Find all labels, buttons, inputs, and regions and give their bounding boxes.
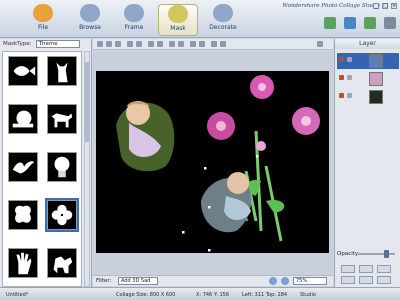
flower-mask-icon[interactable] [45, 198, 79, 232]
copy-icon[interactable] [106, 41, 112, 47]
send-back-icon[interactable] [199, 41, 205, 47]
mask-type-row: MaskType: Theme [0, 39, 91, 49]
visibility-icon[interactable] [339, 93, 344, 98]
layer-item[interactable] [337, 53, 399, 69]
lock-icon[interactable] [347, 57, 352, 62]
main-toolbar: File Browse Frame Mask Decorate Wondersh… [0, 0, 400, 38]
fish-mask-icon[interactable] [8, 56, 38, 86]
mask-type-label: MaskType: [3, 41, 32, 47]
print-icon[interactable] [384, 17, 396, 29]
filter-select[interactable]: Add 3D Sad [118, 277, 158, 285]
text-icon[interactable] [211, 41, 217, 47]
collage-artwork [116, 75, 320, 252]
mask-type-select[interactable]: Theme [35, 40, 80, 48]
cursor-position: X: 746 Y: 156 [196, 292, 230, 298]
tab-decorate[interactable]: Decorate [203, 4, 243, 36]
zoom-in-icon[interactable] [281, 277, 289, 285]
tab-mask[interactable]: Mask [158, 4, 198, 36]
app-title: Wondershare Photo Collage Studio [282, 3, 380, 9]
layer-thumbnail [369, 54, 383, 68]
flip-icon[interactable] [169, 41, 175, 47]
collage-canvas[interactable] [96, 71, 329, 253]
hand-mask-icon[interactable] [8, 248, 38, 278]
folder-icon [33, 4, 53, 22]
visibility-icon[interactable] [339, 75, 344, 80]
photo-baby-lower[interactable] [201, 172, 252, 233]
email-icon[interactable] [364, 17, 377, 29]
layer-settings-button[interactable] [377, 276, 391, 284]
status-bar: Untitled* Collage Size: 800 X 600 X: 746… [0, 287, 400, 300]
opacity-slider-thumb[interactable] [383, 250, 389, 258]
cut-icon[interactable] [97, 41, 103, 47]
tab-file[interactable]: File [23, 4, 63, 36]
decorate-icon [213, 4, 233, 22]
tab-label: Browse [79, 24, 101, 31]
lock-icon[interactable] [347, 93, 352, 98]
edit-toolbar [93, 39, 333, 50]
crop-icon[interactable] [178, 41, 184, 47]
tab-label: Decorate [209, 24, 237, 31]
layer-item[interactable] [337, 89, 399, 105]
zoom-out-icon[interactable] [269, 277, 277, 285]
output-tools [318, 17, 396, 31]
tab-label: File [37, 24, 49, 31]
scrollbar-thumb[interactable] [85, 62, 89, 142]
tab-frame[interactable]: Frame [114, 4, 154, 36]
mode-indicator: Studio [300, 292, 316, 298]
mask-scrollbar[interactable] [84, 51, 90, 287]
redo-icon[interactable] [136, 41, 142, 47]
photo-baby-upper[interactable] [116, 101, 175, 172]
text-style-icon[interactable] [220, 41, 226, 47]
filter-label: Filter: [96, 278, 112, 284]
rotate-left-icon[interactable] [148, 41, 154, 47]
filter-row: Filter: Add 3D Sad 75% [93, 275, 333, 286]
opacity-label: Opacity: [337, 251, 360, 257]
window-controls: _ □ × [372, 2, 397, 9]
tab-label: Mask [170, 25, 186, 32]
dog-mask-icon[interactable] [47, 104, 77, 134]
maximize-button[interactable]: □ [382, 3, 389, 9]
rotate-right-icon[interactable] [157, 41, 163, 47]
zoom-select[interactable]: 75% [293, 277, 327, 285]
layer-up-button[interactable] [341, 265, 355, 273]
lock-icon[interactable] [347, 75, 352, 80]
bulb-mask-icon[interactable] [47, 152, 77, 182]
bring-front-icon[interactable] [190, 41, 196, 47]
layer-top-button[interactable] [377, 265, 391, 273]
visibility-icon[interactable] [339, 57, 344, 62]
mask-panel: MaskType: Theme [0, 39, 92, 287]
layer-panel: Layer Opacity: [334, 39, 400, 287]
snail-mask-icon[interactable] [8, 104, 38, 134]
layer-delete-button[interactable] [359, 276, 373, 284]
layer-bottom-button[interactable] [341, 276, 355, 284]
tab-browse[interactable]: Browse [70, 4, 110, 36]
layer-down-button[interactable] [359, 265, 373, 273]
cow-mask-icon[interactable] [47, 248, 77, 278]
cat-mask-icon[interactable] [47, 56, 77, 86]
minimize-button[interactable]: _ [373, 3, 380, 9]
tab-label: Frame [124, 24, 144, 31]
layer-header: Layer [335, 39, 400, 49]
layer-thumbnail [369, 90, 383, 104]
close-button[interactable]: × [391, 3, 397, 9]
fit-icon[interactable] [317, 41, 323, 47]
opacity-slider[interactable] [359, 250, 395, 258]
mask-grid [2, 51, 82, 287]
publish-icon[interactable] [324, 17, 337, 29]
bird-mask-icon[interactable] [8, 152, 38, 182]
layer-item[interactable] [337, 71, 399, 87]
layer-thumbnail [369, 72, 383, 86]
save-icon[interactable] [344, 17, 357, 29]
frame-icon [124, 4, 144, 22]
canvas-area [93, 51, 333, 275]
undo-icon[interactable] [127, 41, 133, 47]
selection-bounds: Left: 311 Top: 284 [242, 292, 288, 298]
browse-icon [80, 4, 100, 22]
butterfly-mask-icon[interactable] [8, 200, 38, 230]
document-state: Untitled* [6, 292, 29, 298]
paste-icon[interactable] [115, 41, 121, 47]
collage-size: Collage Size: 800 X 600 [116, 292, 176, 298]
mask-icon [168, 5, 188, 23]
